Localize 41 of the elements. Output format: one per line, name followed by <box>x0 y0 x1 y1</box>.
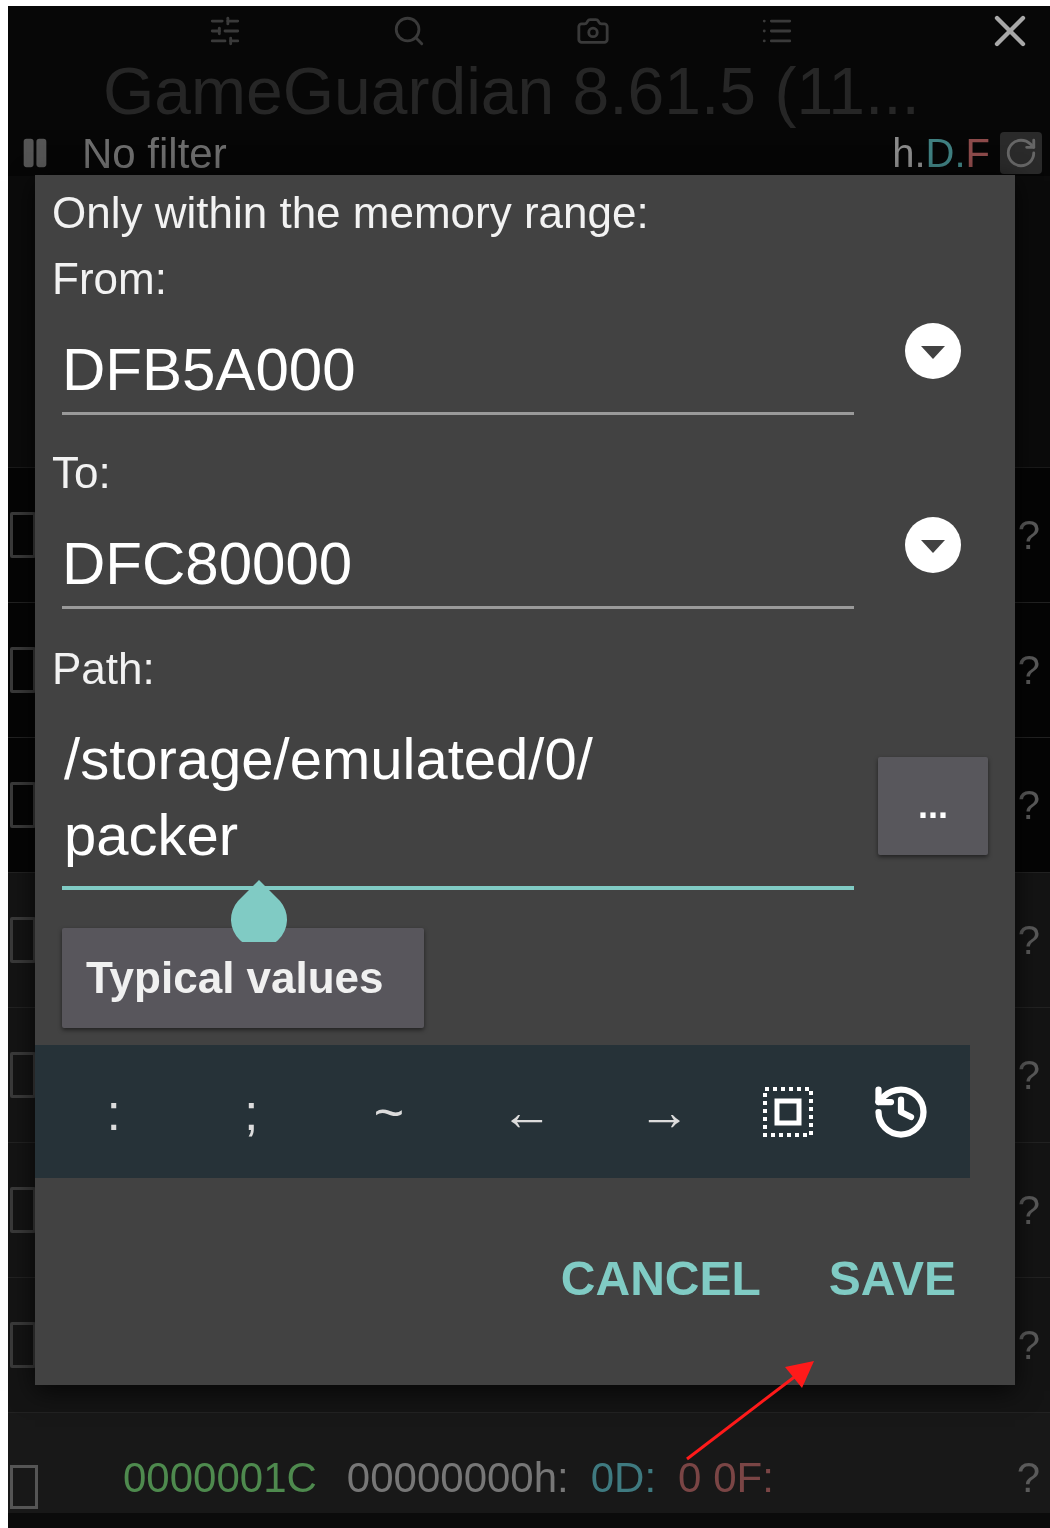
sliders-icon[interactable] <box>208 14 242 48</box>
value-cell-text: ? <box>1017 1187 1040 1234</box>
select-all-icon[interactable] <box>761 1085 814 1138</box>
path-field[interactable]: /storage/emulated/0/packer <box>62 717 854 890</box>
to-field[interactable]: DFC80000 <box>62 521 854 609</box>
dword-cell-text: 0D: <box>590 1453 657 1503</box>
type-flag-label: h. <box>892 130 926 177</box>
dialog-heading: Only within the memory range: <box>52 187 650 239</box>
value-cell-text: ? <box>1017 647 1040 694</box>
value-cell-text: ? <box>1017 1052 1040 1099</box>
key-button[interactable]: : <box>73 1085 154 1138</box>
text-cursor-handle[interactable] <box>230 880 288 942</box>
dropdown-icon[interactable] <box>904 322 962 380</box>
to-label: To: <box>52 447 112 499</box>
key-button[interactable]: ~ <box>348 1085 429 1138</box>
key-button[interactable]: ; <box>211 1085 292 1138</box>
key-button[interactable]: → <box>624 1085 705 1138</box>
float-cell-text: 0 0F: <box>678 1453 774 1503</box>
from-label: From: <box>52 253 168 305</box>
browse-button[interactable]: ... <box>878 757 988 855</box>
dialog-button[interactable]: CANCEL <box>546 1233 775 1325</box>
path-label: Path: <box>52 643 156 695</box>
from-field[interactable]: DFB5A000 <box>62 327 854 415</box>
type-flag-label: D. <box>925 130 966 177</box>
value-cell-text: ? <box>1017 1322 1040 1369</box>
filter-label: No filter <box>82 128 227 179</box>
key-button[interactable]: ← <box>486 1085 567 1138</box>
dialog-button[interactable]: SAVE <box>814 1233 970 1325</box>
type-flag-label: F <box>965 130 990 177</box>
value-cell-text: ? <box>1017 512 1040 559</box>
path-value: /storage/emulated/0/packer <box>63 725 594 869</box>
value-cell-text: ? <box>1017 782 1040 829</box>
search-icon[interactable] <box>392 14 426 48</box>
address-cell-text: 0000001C <box>123 1453 317 1503</box>
hex-cell-text: 00000000h: <box>346 1453 569 1503</box>
value-cell-text: ? <box>1016 1453 1040 1503</box>
checkbox[interactable] <box>10 1465 38 1509</box>
refresh-button[interactable] <box>1000 132 1042 174</box>
value-cell-text: ? <box>1017 917 1040 964</box>
typical-values-button[interactable]: Typical values <box>62 928 424 1028</box>
dropdown-icon[interactable] <box>904 516 962 574</box>
